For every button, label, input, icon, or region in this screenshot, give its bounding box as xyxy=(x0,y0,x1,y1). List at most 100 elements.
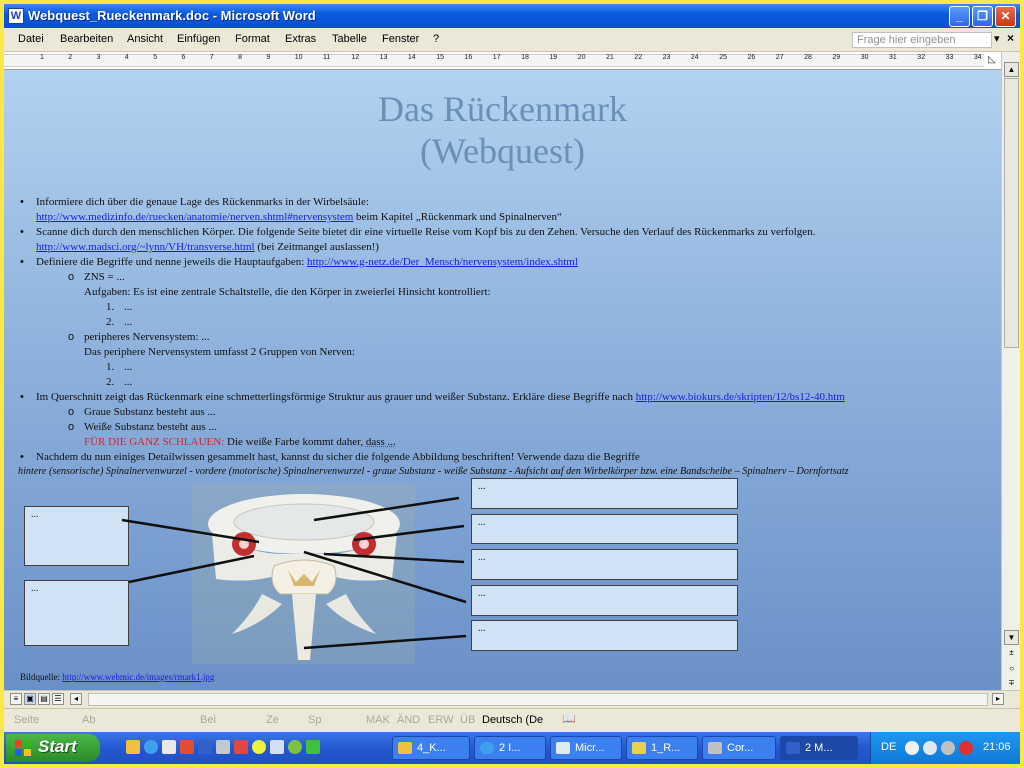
ruler-tab-icon[interactable]: ◺ xyxy=(988,54,996,65)
title-bar[interactable]: W Webquest_Rueckenmark.doc - Microsoft W… xyxy=(4,4,1020,28)
ruler-number: 4 xyxy=(124,54,129,61)
scroll-thumb[interactable] xyxy=(1004,78,1019,348)
normal-view-icon[interactable]: ≡ xyxy=(10,693,22,705)
browse-object-icon[interactable]: ○ xyxy=(1004,662,1019,677)
help-dropdown-icon[interactable]: ▾ xyxy=(994,32,1000,45)
scroll-down-icon[interactable]: ▼ xyxy=(1004,630,1019,645)
quicklaunch-tool-icon[interactable] xyxy=(216,740,230,754)
window-title: Webquest_Rueckenmark.doc - Microsoft Wor… xyxy=(28,8,316,23)
bullet4-line: Im Querschnitt zeigt das Rückenmark eine… xyxy=(36,391,845,403)
tray-network-icon[interactable] xyxy=(941,741,955,755)
quicklaunch-k-icon[interactable] xyxy=(306,740,320,754)
view-toolbar: ≡ ▣ ▤ ☰ ◂ ▸ xyxy=(4,690,1020,708)
web-layout-icon[interactable]: ▣ xyxy=(24,693,36,705)
menu-einfuegen[interactable]: Einfügen xyxy=(177,33,220,45)
quicklaunch-folder-icon[interactable] xyxy=(126,740,140,754)
bullet3-line: Definiere die Begriffe und nenne jeweils… xyxy=(36,256,578,268)
zns-text: ZNS = ... xyxy=(84,271,125,283)
quicklaunch-word-icon[interactable] xyxy=(198,740,212,754)
minimize-button[interactable]: _ xyxy=(949,6,970,27)
link-medizinfo[interactable]: http://www.medizinfo.de/ruecken/anatomie… xyxy=(36,211,353,223)
close-document-icon[interactable]: × xyxy=(1007,31,1014,45)
help-search-input[interactable]: Frage hier eingeben xyxy=(852,32,992,48)
menu-ansicht[interactable]: Ansicht xyxy=(127,33,163,45)
app-window-icon xyxy=(556,742,570,754)
previous-page-icon[interactable]: ± xyxy=(1004,646,1019,661)
quicklaunch-ppt-icon[interactable] xyxy=(234,740,248,754)
link-madsci[interactable]: http://www.madsci.org/~lynn/VH/transvers… xyxy=(36,241,255,253)
bullet1-text: Informiere dich über die genaue Lage des… xyxy=(36,196,369,208)
scroll-right-icon[interactable]: ▸ xyxy=(992,693,1004,705)
menu-tabelle[interactable]: Tabelle xyxy=(332,33,367,45)
start-button[interactable]: Start xyxy=(6,734,100,762)
quicklaunch-globe-icon[interactable] xyxy=(288,740,302,754)
scroll-up-icon[interactable]: ▲ xyxy=(1004,62,1019,77)
label-box-left-2[interactable]: ... xyxy=(24,580,129,646)
label-box-left-1[interactable]: ... xyxy=(24,506,129,566)
menu-datei[interactable]: Datei xyxy=(18,33,44,45)
quicklaunch-app-icon[interactable] xyxy=(180,740,194,754)
title-line-1: Das Rückenmark xyxy=(378,89,627,129)
taskbar-button-6[interactable]: 2 M... xyxy=(780,736,858,760)
tray-help-icon[interactable] xyxy=(905,741,919,755)
status-track-changes[interactable]: ÄND xyxy=(397,714,420,726)
ruler-number: 20 xyxy=(577,54,586,61)
label-box-right-2[interactable]: ... xyxy=(471,514,738,544)
quicklaunch-media-icon[interactable] xyxy=(252,740,266,754)
taskbar-button-4[interactable]: 1_R... xyxy=(626,736,698,760)
vertical-scrollbar[interactable]: ▲ ▼ ± ○ ∓ xyxy=(1001,52,1020,690)
status-language[interactable]: Deutsch (De xyxy=(482,714,543,726)
bullet-icon: • xyxy=(20,226,24,238)
status-line: Ze xyxy=(266,714,279,726)
ruler-number: 32 xyxy=(917,54,926,61)
taskbar-button-1[interactable]: 4_K... xyxy=(392,736,470,760)
tray-arrow-icon[interactable] xyxy=(923,741,937,755)
status-macro[interactable]: MAK xyxy=(366,714,390,726)
link-gnetz[interactable]: http://www.g-netz.de/Der_Mensch/nervensy… xyxy=(307,256,578,268)
ruler-number: 7 xyxy=(209,54,214,61)
title-line-2: (Webquest) xyxy=(419,131,586,171)
outline-view-icon[interactable]: ☰ xyxy=(52,693,64,705)
horizontal-ruler[interactable]: 1 2 3 4 5 6 7 8 9 10 11 12 13 14 15 16 17 18 19 20 21 22 23 24 2… xyxy=(4,52,1020,70)
taskbar-button-2[interactable]: 2 I... xyxy=(474,736,546,760)
ruler-number: 1 xyxy=(40,54,44,61)
horizontal-scrollbar[interactable] xyxy=(88,693,988,706)
quicklaunch-ie-icon[interactable] xyxy=(144,740,158,754)
print-layout-icon[interactable]: ▤ xyxy=(38,693,50,705)
document-page[interactable]: Das Rückenmark (Webquest) • Informiere d… xyxy=(4,70,1001,690)
scroll-left-icon[interactable]: ◂ xyxy=(70,693,82,705)
spelling-book-icon[interactable]: 📖 xyxy=(562,712,576,725)
bullet2-text: Scanne dich durch den menschlichen Körpe… xyxy=(36,226,816,238)
next-page-icon[interactable]: ∓ xyxy=(1004,676,1019,691)
menu-fenster[interactable]: Fenster xyxy=(382,33,419,45)
taskbar-button-3[interactable]: Micr... xyxy=(550,736,622,760)
link-webmic[interactable]: http://www.webmic.de/images/rmark1.jpg xyxy=(62,672,214,682)
menu-extras[interactable]: Extras xyxy=(285,33,316,45)
label-box-right-4[interactable]: ... xyxy=(471,585,738,616)
sub-bullet-icon: o xyxy=(68,421,75,433)
bullet-icon: • xyxy=(20,451,24,463)
quicklaunch-pen-icon[interactable] xyxy=(270,740,284,754)
taskbar-button-5[interactable]: Cor... xyxy=(702,736,776,760)
spinal-cord-image xyxy=(192,484,415,664)
tray-ati-icon[interactable] xyxy=(959,741,973,755)
label-box-right-5[interactable]: ... xyxy=(471,620,738,651)
menu-format[interactable]: Format xyxy=(235,33,270,45)
word-app-icon[interactable]: W xyxy=(8,8,24,24)
label-box-right-3[interactable]: ... xyxy=(471,549,738,580)
maximize-button[interactable]: ❐ xyxy=(972,6,993,27)
link-biokurs[interactable]: http://www.biokurs.de/skripten/12/bs12-4… xyxy=(636,391,845,403)
label-box-right-1[interactable]: ... xyxy=(471,478,738,509)
bullet2-line2: http://www.madsci.org/~lynn/VH/transvers… xyxy=(36,241,379,253)
ie-icon xyxy=(480,742,494,754)
windows-flag-icon xyxy=(15,740,31,756)
quicklaunch-desktop-icon[interactable] xyxy=(162,740,176,754)
menu-help[interactable]: ? xyxy=(433,33,439,45)
tray-language[interactable]: DE xyxy=(881,741,896,753)
tray-clock[interactable]: 21:06 xyxy=(983,741,1011,753)
pns-groups-text: Das periphere Nervensystem umfasst 2 Gru… xyxy=(84,346,355,358)
close-button[interactable]: ✕ xyxy=(995,6,1016,27)
status-extend[interactable]: ERW xyxy=(428,714,453,726)
menu-bearbeiten[interactable]: Bearbeiten xyxy=(60,33,113,45)
status-overtype[interactable]: ÜB xyxy=(460,714,475,726)
